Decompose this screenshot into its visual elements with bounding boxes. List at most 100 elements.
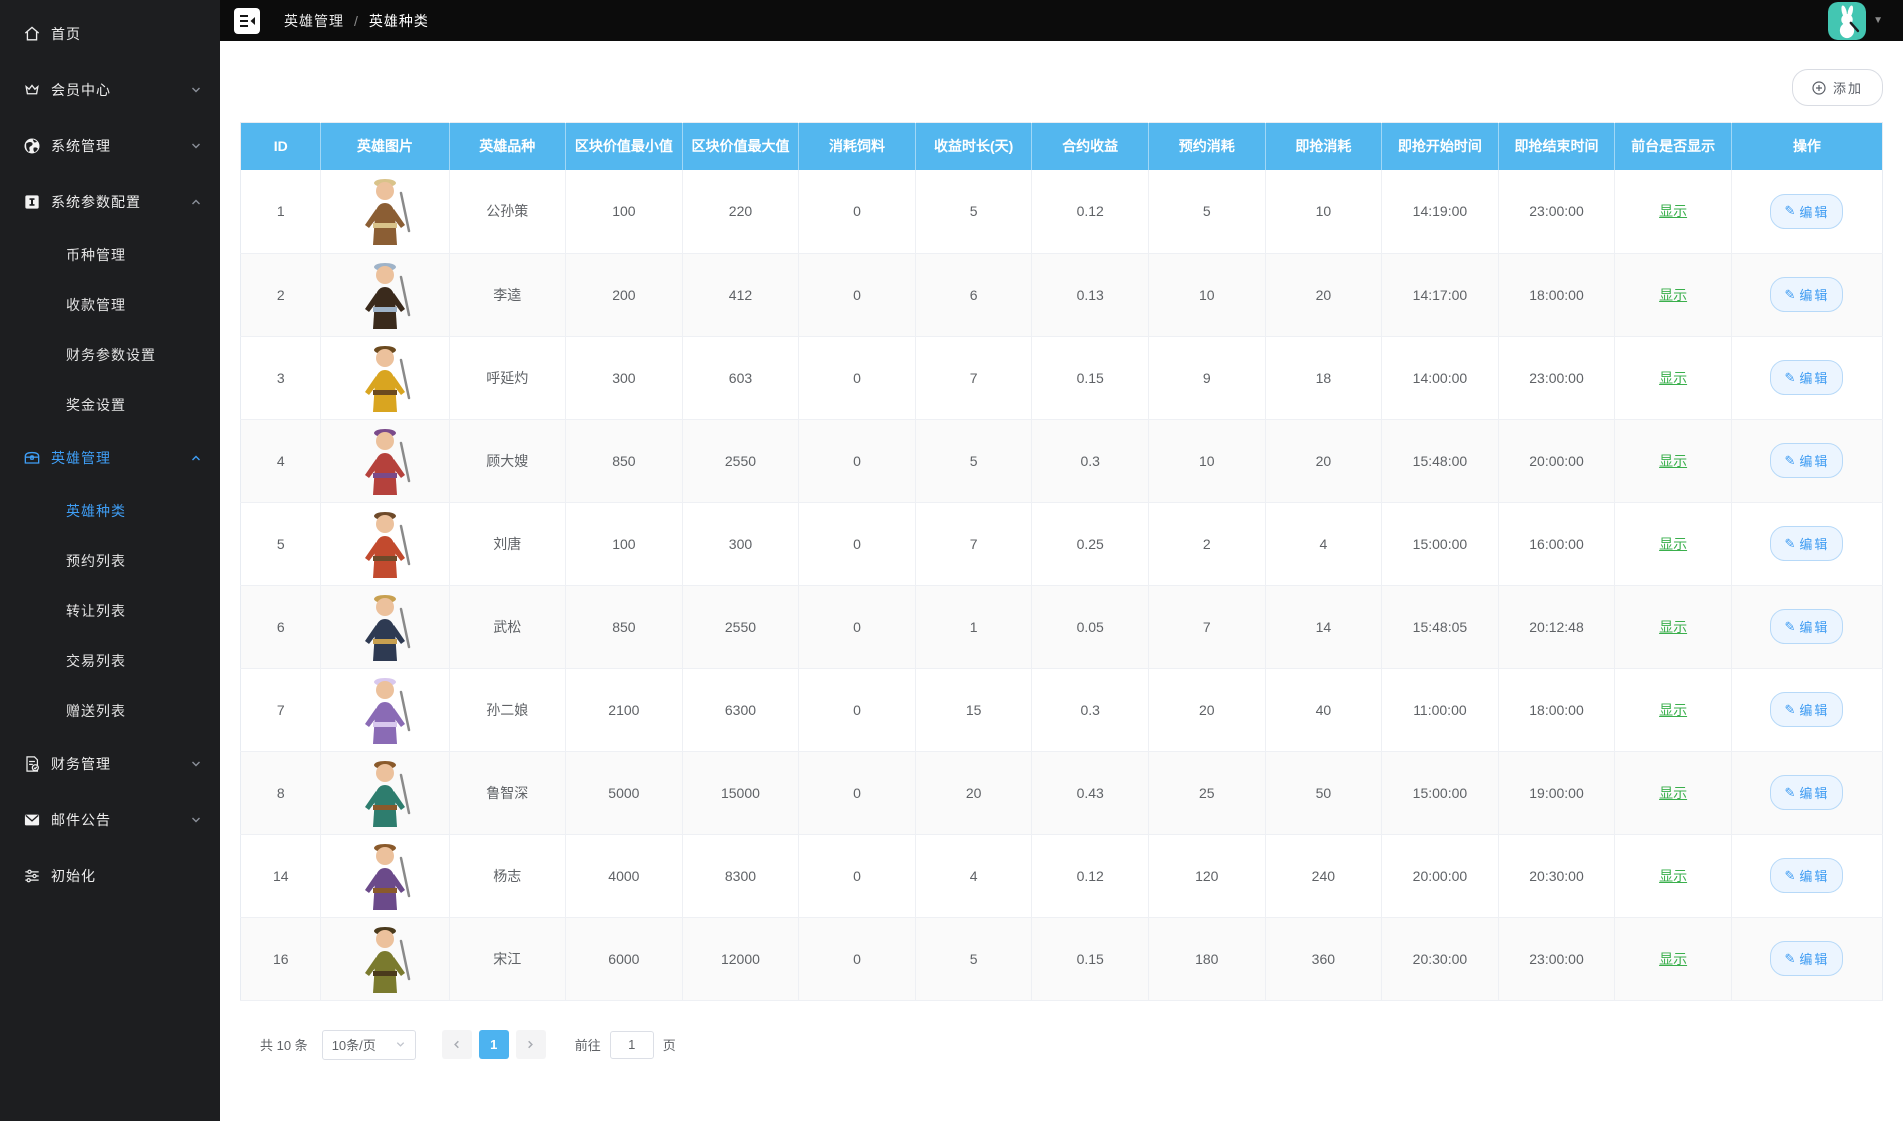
edit-button[interactable]: ✎ 编辑 [1770,692,1844,727]
cell-front-visible: 显示 [1614,502,1732,586]
cell-reserve-cost: 120 [1148,834,1266,918]
page-number-button[interactable]: 1 [478,1030,509,1059]
cell-contract-profit: 0.12 [1031,170,1149,254]
add-button[interactable]: 添加 [1791,69,1883,106]
visible-link[interactable]: 显示 [1659,951,1687,967]
cell-feed-cost: 0 [798,917,916,1001]
edit-button[interactable]: ✎ 编辑 [1770,609,1844,644]
breadcrumb-item[interactable]: 英雄管理 [284,13,344,29]
cell-profit-days: 20 [915,751,1033,835]
cell-grab-end-time: 18:00:00 [1498,668,1616,752]
chevron-down-icon [192,87,200,93]
cell-grab-cost: 10 [1265,170,1383,254]
cell-grab-end-time: 20:30:00 [1498,834,1616,918]
chevron-up-icon [192,455,200,461]
cell-actions: ✎ 编辑 [1731,170,1883,254]
sidebar-item-initialization[interactable]: 初始化 [0,848,220,904]
edit-button[interactable]: ✎ 编辑 [1770,858,1844,893]
circle-plus-icon [1812,80,1826,95]
sidebar-item-member-center[interactable]: 会员中心 [0,62,220,118]
cell-grab-cost: 20 [1265,419,1383,503]
edit-button[interactable]: ✎ 编辑 [1770,775,1844,810]
cell-front-visible: 显示 [1614,585,1732,669]
globe-icon [22,136,42,156]
sidebar-item-currency-management[interactable]: 币种管理 [0,230,220,280]
visible-link[interactable]: 显示 [1659,536,1687,552]
cell-actions: ✎ 编辑 [1731,419,1883,503]
cell-profit-days: 7 [915,336,1033,420]
sidebar-item-hero-types[interactable]: 英雄种类 [0,486,220,536]
pencil-icon: ✎ [1784,369,1796,385]
pagination: 共 10 条 10条/页 1 前往 页 [260,1029,1883,1060]
edit-button[interactable]: ✎ 编辑 [1770,526,1844,561]
config-icon [22,192,42,212]
sidebar-item-system-management[interactable]: 系统管理 [0,118,220,174]
avatar[interactable] [1828,1,1867,40]
sidebar-item-bonus-settings[interactable]: 奖金设置 [0,380,220,430]
cell-profit-days: 15 [915,668,1033,752]
visible-link[interactable]: 显示 [1659,785,1687,801]
chevron-down-icon [396,1042,404,1047]
cell-grab-cost: 40 [1265,668,1383,752]
crown-icon [22,80,42,100]
sidebar-item-home[interactable]: 首页 [0,6,220,62]
sidebar-item-transfer-list[interactable]: 转让列表 [0,586,220,636]
mail-icon [22,810,42,830]
cell-hero-name: 李逵 [449,253,567,337]
avatar-dropdown-caret[interactable]: ▼ [1873,15,1883,26]
breadcrumb: 英雄管理 / 英雄种类 [284,11,429,31]
chevron-up-icon [192,199,200,205]
cell-block-max: 2550 [682,585,800,669]
visible-link[interactable]: 显示 [1659,453,1687,469]
cell-actions: ✎ 编辑 [1731,585,1883,669]
sidebar-item-hero-management[interactable]: 英雄管理 [0,430,220,486]
edit-button[interactable]: ✎ 编辑 [1770,443,1844,478]
sidebar-item-finance-management[interactable]: 财务管理 [0,736,220,792]
sidebar-item-label: 英雄管理 [51,450,111,466]
top-bar: 英雄管理 / 英雄种类 ▼ [220,0,1903,41]
cell-grab-end-time: 23:00:00 [1498,170,1616,254]
edit-button[interactable]: ✎ 编辑 [1770,277,1844,312]
cell-hero-image [320,336,450,420]
pencil-icon: ✎ [1784,867,1796,883]
cell-block-min: 2100 [565,668,683,752]
visible-link[interactable]: 显示 [1659,203,1687,219]
edit-button[interactable]: ✎ 编辑 [1770,941,1844,976]
table-body: 1 公孙策 100 220 0 5 0.12 5 10 14:19:00 23:… [240,170,1883,1001]
visible-link[interactable]: 显示 [1659,287,1687,303]
cell-reserve-cost: 20 [1148,668,1266,752]
next-page-button[interactable] [515,1030,546,1059]
page-size-select[interactable]: 10条/页 [321,1029,416,1060]
cell-id: 8 [240,751,322,835]
cell-hero-name: 公孙策 [449,170,567,254]
sidebar-item-label: 会员中心 [51,82,111,98]
visible-link[interactable]: 显示 [1659,619,1687,635]
cell-grab-start-time: 20:00:00 [1381,834,1499,918]
edit-button[interactable]: ✎ 编辑 [1770,193,1844,229]
sidebar-item-mail-announcement[interactable]: 邮件公告 [0,792,220,848]
visible-link[interactable]: 显示 [1659,370,1687,386]
cell-reserve-cost: 10 [1148,419,1266,503]
sidebar-item-reservation-list[interactable]: 预约列表 [0,536,220,586]
visible-link[interactable]: 显示 [1659,868,1687,884]
sidebar-item-trade-list[interactable]: 交易列表 [0,636,220,686]
sidebar-item-payment-management[interactable]: 收款管理 [0,280,220,330]
cell-feed-cost: 0 [798,170,916,254]
hero-image [325,508,444,580]
sidebar-fold-icon[interactable] [234,7,260,34]
cell-front-visible: 显示 [1614,336,1732,420]
prev-page-button[interactable] [441,1030,472,1059]
goto-page: 前往 页 [575,1030,676,1059]
cell-front-visible: 显示 [1614,253,1732,337]
visible-link[interactable]: 显示 [1659,702,1687,718]
sidebar-item-system-params[interactable]: 系统参数配置 [0,174,220,230]
sidebar-item-finance-params[interactable]: 财务参数设置 [0,330,220,380]
sidebar-item-gift-list[interactable]: 赠送列表 [0,686,220,736]
column-header: 英雄图片 [320,122,450,170]
edit-button[interactable]: ✎ 编辑 [1770,360,1844,395]
hero-image [325,591,444,663]
goto-page-input[interactable] [609,1030,654,1059]
cell-id: 7 [240,668,322,752]
cell-block-min: 100 [565,502,683,586]
table-row: 16 宋江 6000 12000 0 5 0.15 180 360 20:30:… [240,917,1883,1001]
